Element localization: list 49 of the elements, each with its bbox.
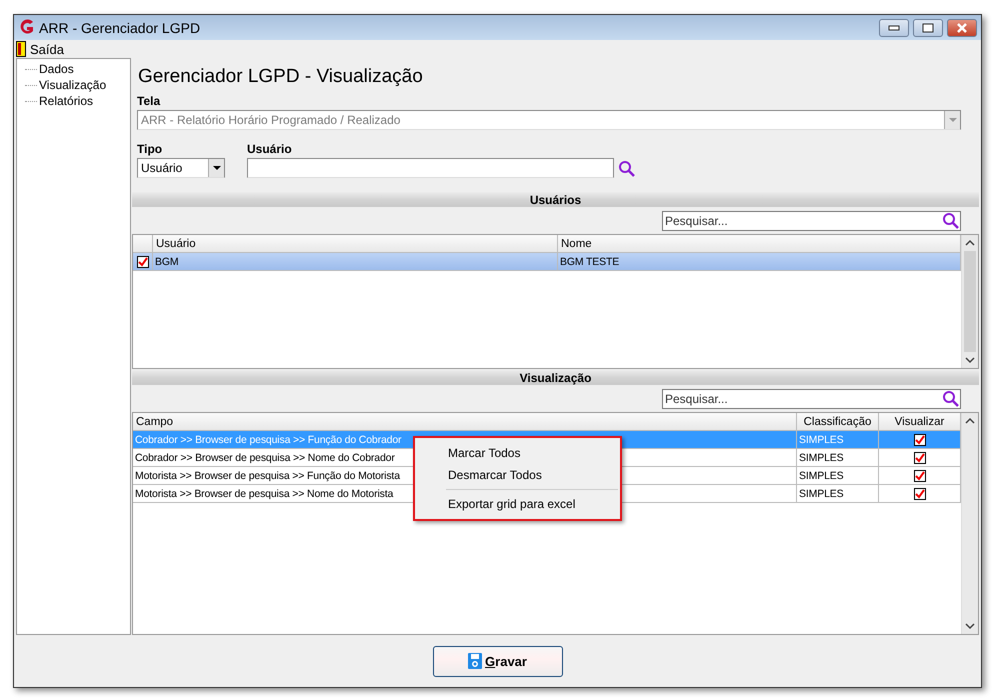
page-heading: Gerenciador LGPD - Visualização xyxy=(137,65,424,89)
section-header: Usuários xyxy=(132,192,979,207)
table-cell: BGM TESTE xyxy=(558,253,961,271)
tree-item[interactable]: Dados xyxy=(25,61,130,77)
field-label: Tipo xyxy=(137,142,164,156)
checkbox[interactable] xyxy=(914,434,926,446)
column-header[interactable]: Classificação xyxy=(797,413,879,431)
column-header[interactable]: Visualizar xyxy=(879,413,961,431)
tree-item[interactable]: Visualização xyxy=(25,77,130,93)
dropdown-arrow-icon xyxy=(212,166,220,170)
minimize-icon xyxy=(888,24,900,30)
search-icon[interactable] xyxy=(942,212,960,230)
maximize-icon xyxy=(922,22,934,32)
minimize-button[interactable] xyxy=(879,18,909,36)
field-label: Usuário xyxy=(247,142,293,156)
window-title: ARR - Gerenciador LGPD xyxy=(39,20,202,36)
table-cell: BGM xyxy=(153,253,558,271)
scrollbar[interactable] xyxy=(961,235,978,368)
save-button[interactable]: Gravar xyxy=(432,646,562,676)
exit-door-icon xyxy=(16,41,26,57)
column-header[interactable]: Usuário xyxy=(153,235,558,253)
checkbox[interactable] xyxy=(136,256,148,268)
column-header[interactable]: Campo xyxy=(133,413,797,431)
menu-item[interactable]: Desmarcar Todos xyxy=(415,464,620,486)
user-input-field[interactable] xyxy=(247,158,614,178)
scrollbar[interactable] xyxy=(961,413,978,634)
checkbox[interactable] xyxy=(914,488,926,500)
close-button[interactable] xyxy=(947,18,977,36)
tree-item[interactable]: Relatórios xyxy=(25,93,130,109)
checkbox[interactable] xyxy=(914,470,926,482)
search-icon[interactable] xyxy=(942,390,960,408)
close-icon xyxy=(956,22,968,32)
checkmark-icon xyxy=(138,256,148,266)
logo-icon xyxy=(18,19,35,36)
search-field[interactable]: Pesquisar... xyxy=(662,211,961,231)
search-field[interactable]: Pesquisar... xyxy=(662,389,961,409)
checkbox[interactable] xyxy=(914,452,926,464)
table-cell: SIMPLES xyxy=(797,485,879,503)
dropdown-arrow-icon xyxy=(948,118,956,122)
search-icon[interactable] xyxy=(618,160,636,178)
table-cell: SIMPLES xyxy=(797,449,879,467)
maximize-button[interactable] xyxy=(913,18,943,36)
field-label: Tela xyxy=(137,94,162,108)
table-cell: SIMPLES xyxy=(797,431,879,449)
table-cell: SIMPLES xyxy=(797,467,879,485)
type-dropdown[interactable]: Usuário xyxy=(137,158,225,178)
section-header: Visualização xyxy=(132,370,979,385)
menu-item[interactable]: Saída xyxy=(30,42,64,56)
column-header[interactable]: Nome xyxy=(558,235,961,253)
